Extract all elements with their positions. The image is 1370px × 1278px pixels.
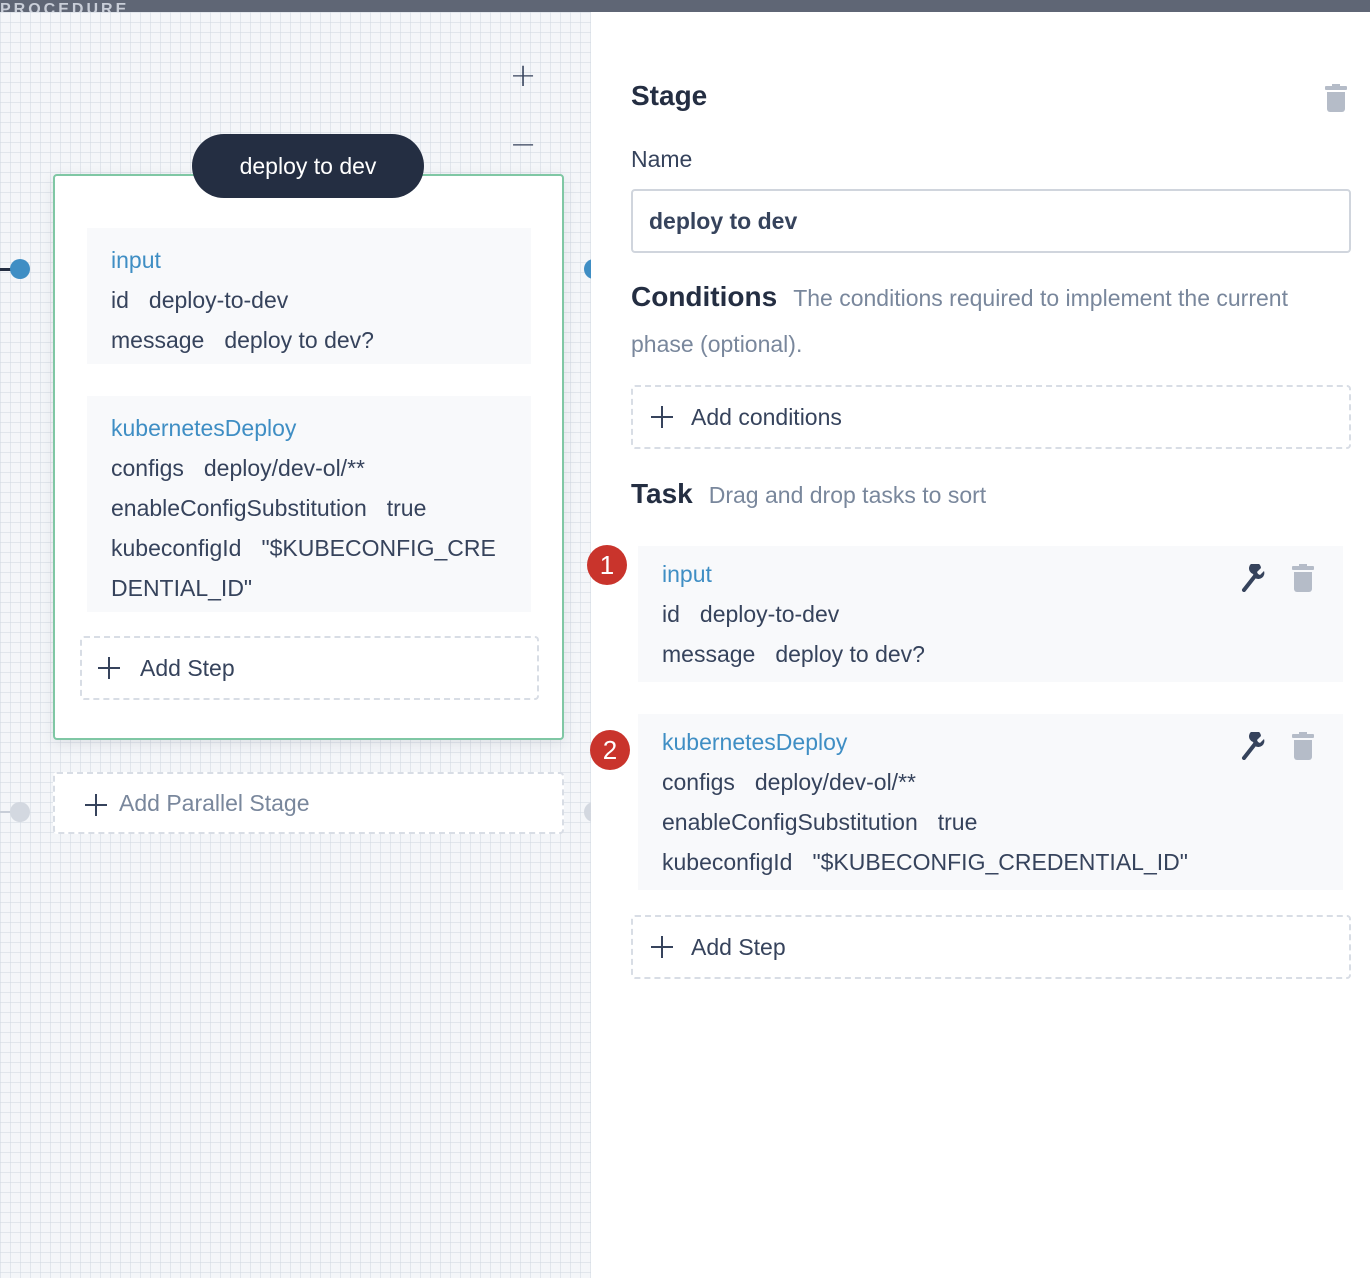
param-value: deploy to dev? [224,327,374,353]
stage-step-input[interactable]: input id deploy-to-dev message deploy to d… [87,228,531,364]
param-value: true [386,495,427,521]
connector-dot-left [10,259,30,279]
param-key: message [111,327,205,353]
task-param: id deploy-to-dev [662,594,1319,634]
param-value: deploy-to-dev [699,601,840,627]
step-param: message deploy to dev? [111,320,507,360]
param-key: id [111,287,129,313]
task-param: message deploy to dev? [662,634,1319,674]
task-name: kubernetesDeploy [662,729,848,755]
step-param: kubeconfigId "$KUBECONFIG_CREDENTIAL_ID" [111,528,507,608]
add-step-button[interactable]: Add Step [80,636,539,700]
param-value: deploy-to-dev [148,287,289,313]
task-item-input[interactable]: input id deploy-to-dev message deploy to d… [638,546,1343,682]
task-description: Drag and drop tasks to sort [708,482,987,508]
stage-card[interactable]: input id deploy-to-dev message deploy to d… [53,174,564,740]
param-key: kubeconfigId [111,535,242,561]
task-section-header: Task Drag and drop tasks to sort [631,474,986,519]
wrench-icon[interactable] [1241,562,1265,592]
trash-icon[interactable] [1292,732,1314,760]
param-key: enableConfigSubstitution [662,809,918,835]
add-step-label: Add Step [140,655,235,681]
step-param: enableConfigSubstitution true [111,488,507,528]
param-key: enableConfigSubstitution [111,495,367,521]
wrench-icon[interactable] [1241,730,1265,760]
param-value: "$KUBECONFIG_CREDENTIAL_ID" [812,849,1188,875]
trash-icon[interactable] [1292,564,1314,592]
param-value: deploy/dev-ol/** [754,769,916,795]
plus-icon [98,657,120,679]
task-param: enableConfigSubstitution true [662,802,1319,842]
add-step-label: Add Step [691,934,786,960]
param-key: configs [662,769,735,795]
add-step-button[interactable]: Add Step [631,915,1351,979]
name-label: Name [631,146,693,172]
param-value: deploy/dev-ol/** [203,455,365,481]
stage-title[interactable]: deploy to dev [192,134,424,198]
add-parallel-stage-button[interactable]: Add Parallel Stage [53,772,564,834]
param-value: true [937,809,978,835]
panel-title: Stage [631,80,708,111]
param-key: kubeconfigId [662,849,793,875]
param-key: id [662,601,680,627]
stage-step-kubernetes-deploy[interactable]: kubernetesDeploy configs deploy/dev-ol/**… [87,396,531,612]
stage-detail-panel: Stage Name ConditionsThe conditions requ… [587,12,1370,1278]
plus-icon [85,794,107,816]
task-param: configs deploy/dev-ol/** [662,762,1319,802]
task-name: input [662,561,712,587]
pipeline-canvas[interactable]: + − input id deploy-to-dev message deploy … [0,12,591,1278]
connector-dot-right [584,259,591,279]
param-value: deploy to dev? [775,641,925,667]
step-param: id deploy-to-dev [111,280,507,320]
plus-icon [651,406,673,428]
zoom-in-button[interactable]: + [508,59,538,91]
step-param: configs deploy/dev-ol/** [111,448,507,488]
task-order-badge: 2 [590,730,630,770]
zoom-out-button[interactable]: − [508,128,538,160]
task-order-badge: 1 [587,545,627,585]
param-key: message [662,641,756,667]
conditions-title: Conditions [631,281,778,312]
top-bar: PROCEDURE [0,0,1370,12]
trash-icon[interactable] [1325,84,1347,112]
task-param: kubeconfigId "$KUBECONFIG_CREDENTIAL_ID" [662,842,1319,882]
connector-dot-parallel-left [10,802,30,822]
step-name: input [111,247,161,273]
param-key: configs [111,455,184,481]
add-conditions-button[interactable]: Add conditions [631,385,1351,449]
add-parallel-stage-label: Add Parallel Stage [119,790,310,816]
connector-dot-parallel-right [584,802,591,822]
top-bar-text: PROCEDURE [0,2,130,12]
step-name: kubernetesDeploy [111,415,297,441]
conditions-section: Conditions The conditions required to imp… [631,276,1351,369]
task-item-kubernetes-deploy[interactable]: kubernetesDeploy configs deploy/dev-ol/**… [638,714,1343,890]
plus-icon [651,936,673,958]
task-title: Task [631,478,693,509]
add-conditions-label: Add conditions [691,404,842,430]
stage-name-input[interactable] [631,189,1351,253]
